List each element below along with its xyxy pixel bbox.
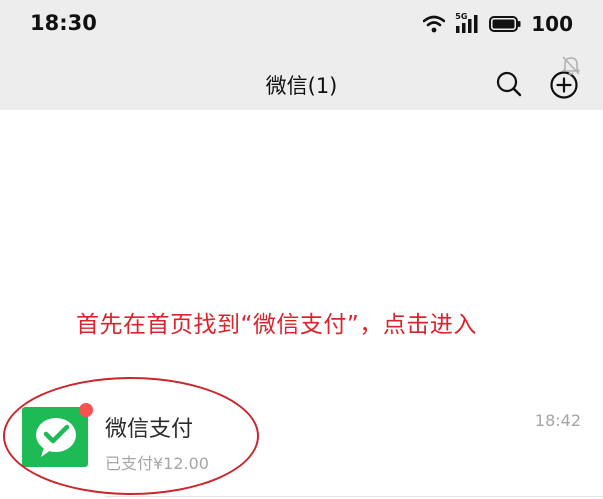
cellular-signal-icon: 5G [455, 12, 479, 34]
divider [105, 496, 603, 497]
tutorial-annotation: 首先在首页找到“微信支付”，点击进入 [76, 312, 477, 338]
status-indicators: 5G 100 [423, 12, 573, 36]
annotation-circle [3, 377, 259, 495]
search-icon[interactable] [495, 70, 523, 98]
mute-bell-icon [562, 56, 580, 75]
status-bar: 18:30 5G 100 [0, 0, 603, 52]
status-time: 18:30 [30, 11, 97, 35]
wifi-icon [423, 15, 446, 33]
battery-icon [489, 16, 521, 32]
chat-time: 18:42 [534, 411, 581, 430]
battery-level: 100 [531, 12, 573, 36]
